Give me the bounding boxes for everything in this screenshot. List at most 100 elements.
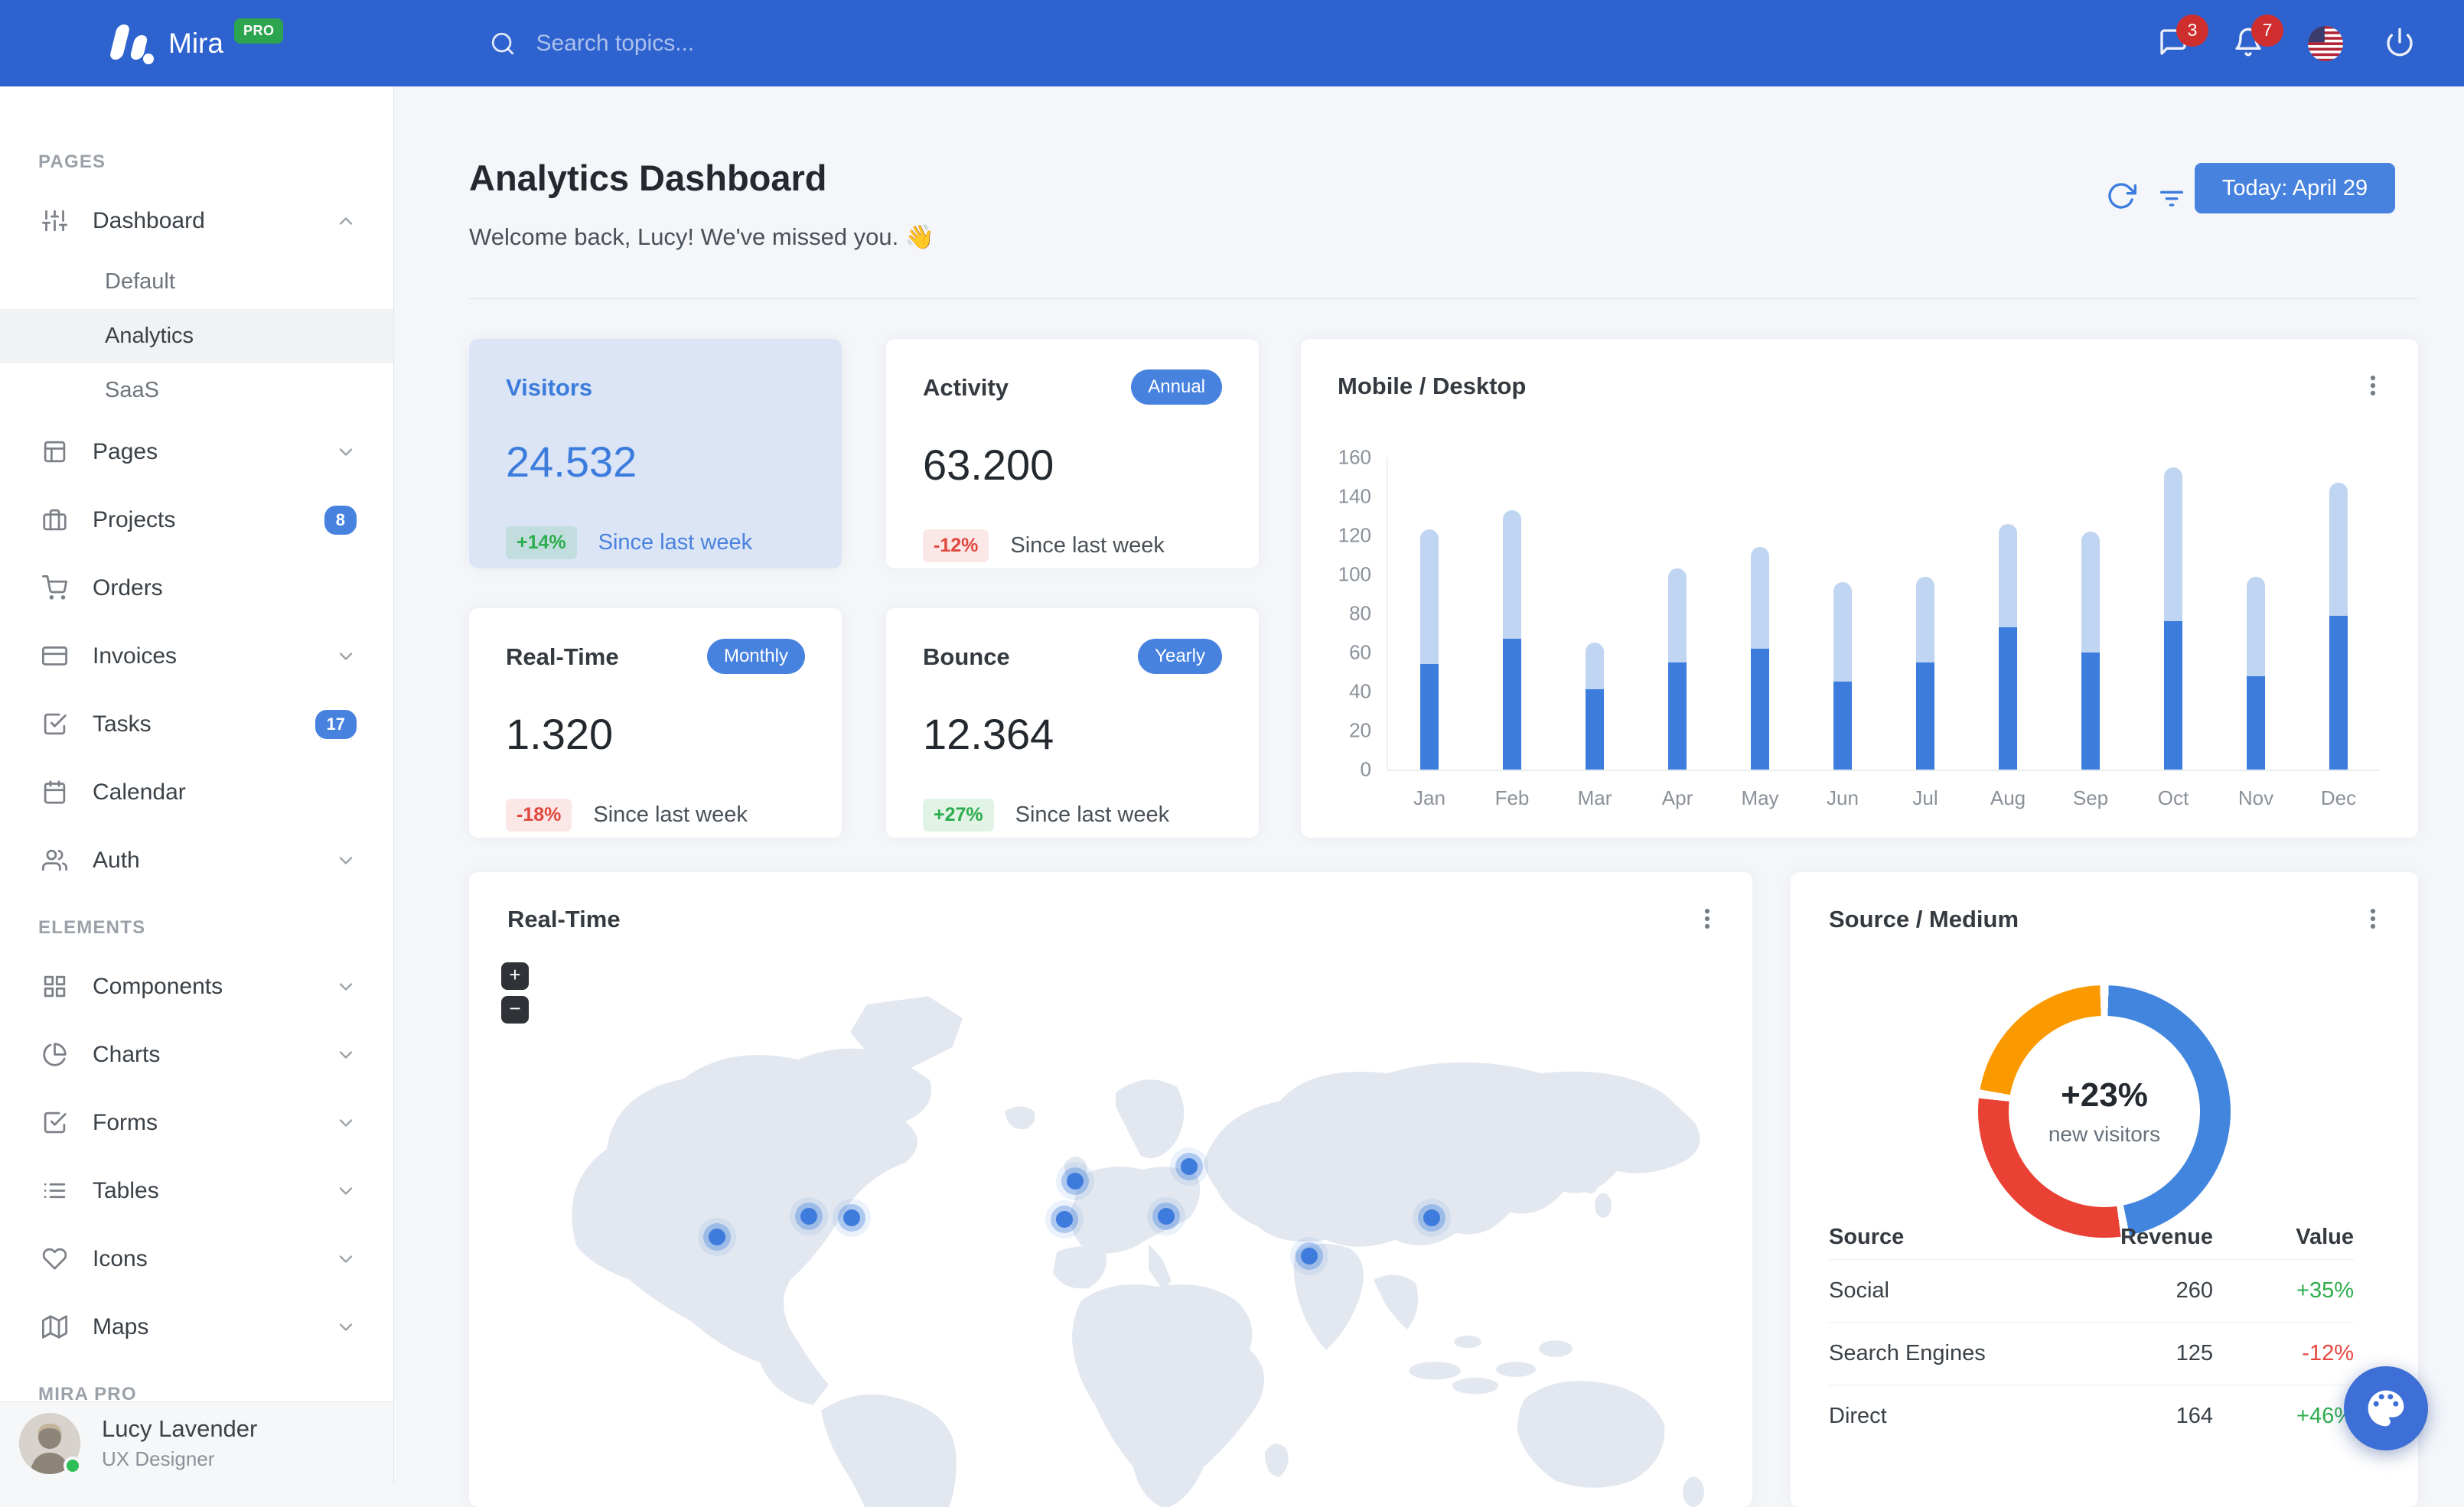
map-marker[interactable] xyxy=(1157,1207,1175,1225)
sidebar-item-label: Projects xyxy=(93,506,176,532)
notifications-count-badge: 7 xyxy=(2251,14,2283,47)
stat-note: Since last week xyxy=(593,802,748,827)
sidebar-item-charts[interactable]: Charts xyxy=(0,1020,393,1089)
us-flag-icon xyxy=(2308,25,2343,61)
map-marker[interactable] xyxy=(1066,1173,1084,1190)
brand[interactable]: Mira PRO xyxy=(107,18,284,66)
stat-title: Bounce xyxy=(923,643,1010,670)
sign-out-button[interactable] xyxy=(2384,27,2418,60)
filter-icon xyxy=(2160,190,2183,207)
realtime-stat-card: Real-Time Monthly 1.320 -18% Since last … xyxy=(469,608,842,838)
search-input[interactable] xyxy=(536,30,858,57)
bar-jul xyxy=(1916,576,1934,770)
header-divider xyxy=(469,298,2418,299)
sidebar-item-label: Charts xyxy=(93,1041,161,1067)
theme-settings-fab[interactable] xyxy=(2344,1366,2428,1450)
stat-note: Since last week xyxy=(598,530,753,555)
bar-sep xyxy=(2081,531,2100,770)
map-marker[interactable] xyxy=(1423,1209,1440,1226)
bar-segment-mobile xyxy=(1668,662,1687,770)
messages-button[interactable]: 3 xyxy=(2158,14,2208,60)
map-zoom-out-button[interactable]: − xyxy=(501,996,529,1024)
chev-down-icon xyxy=(339,1050,353,1059)
bar-segment-mobile xyxy=(1503,639,1521,770)
stat-delta-badge: -12% xyxy=(923,529,989,562)
visitors-stat-card: Visitors 24.532 +14% Since last week xyxy=(469,339,842,568)
bar-segment-mobile xyxy=(1751,648,1769,770)
y-axis-tick: 160 xyxy=(1338,445,1371,469)
sidebar-item-calendar[interactable]: Calendar xyxy=(0,758,393,826)
filter-button[interactable] xyxy=(2156,182,2190,216)
bar-segment-mobile xyxy=(1420,664,1439,770)
sidebar-item-pages[interactable]: Pages xyxy=(0,418,393,486)
sidebar: PAGES Dashboard Default Analytics SaaS Pages P… xyxy=(0,86,394,1484)
sidebar-item-invoices[interactable]: Invoices xyxy=(0,622,393,690)
y-axis-tick: 0 xyxy=(1360,757,1371,781)
sidebar-subitem-label: Analytics xyxy=(105,324,194,348)
card-menu-button[interactable] xyxy=(2360,373,2387,400)
heart-icon xyxy=(42,1248,67,1270)
stacked-bar-chart: 0 20 40 60 80 100 120 140 160 Jan Feb Mar Apr May Jun J… xyxy=(1338,446,2380,809)
date-range-button[interactable]: Today: April 29 xyxy=(2195,163,2395,213)
pie-icon xyxy=(43,1043,67,1066)
user-role: UX Designer xyxy=(102,1447,215,1470)
map-marker[interactable] xyxy=(843,1209,860,1226)
sidebar-item-projects[interactable]: Projects 8 xyxy=(0,486,393,554)
bar-aug xyxy=(1999,523,2017,770)
sidebar-item-components[interactable]: Components xyxy=(0,952,393,1020)
sidebar-subitem-saas[interactable]: SaaS xyxy=(0,363,393,418)
sidebar-item-dashboard[interactable]: Dashboard xyxy=(0,187,393,255)
online-status-dot xyxy=(64,1457,82,1475)
map-card-title: Real-Time xyxy=(507,906,621,933)
x-axis-tick: Jan xyxy=(1413,786,1445,809)
stat-delta-badge: -18% xyxy=(506,799,572,832)
sidebar-item-maps[interactable]: Maps xyxy=(0,1293,393,1361)
map-marker[interactable] xyxy=(708,1229,725,1246)
sidebar-item-label: Tasks xyxy=(93,711,152,737)
table-row: Search Engines 125 -12% xyxy=(1829,1322,2354,1385)
bar-segment-mobile xyxy=(2329,615,2348,770)
col-revenue-header: Revenue xyxy=(2120,1224,2213,1249)
stat-value: 24.532 xyxy=(506,438,637,486)
sidebar-user-footer[interactable]: Lucy Lavender UX Designer xyxy=(0,1401,393,1484)
palette-icon xyxy=(2368,1390,2404,1427)
donut-card-title: Source / Medium xyxy=(1829,906,2019,933)
sidebar-item-tables[interactable]: Tables xyxy=(0,1157,393,1225)
y-axis-tick: 60 xyxy=(1349,640,1371,664)
map-marker[interactable] xyxy=(1180,1158,1198,1176)
sidebar-subitem-analytics[interactable]: Analytics xyxy=(0,309,393,363)
x-axis-tick: Nov xyxy=(2237,786,2274,809)
table-row: Social 260 +35% xyxy=(1829,1259,2354,1322)
revenue-cell: 125 xyxy=(2176,1341,2213,1365)
sliders-icon xyxy=(42,210,67,232)
stat-value: 1.320 xyxy=(506,710,614,758)
sidebar-count-badge: 17 xyxy=(315,709,357,739)
sidebar-subitem-default[interactable]: Default xyxy=(0,255,393,309)
map-marker[interactable] xyxy=(800,1207,818,1225)
sidebar-item-auth[interactable]: Auth xyxy=(0,826,393,894)
period-badge: Annual xyxy=(1131,369,1222,405)
activity-stat-card: Activity Annual 63.200 -12% Since last w… xyxy=(886,339,1259,568)
map-zoom-in-button[interactable]: + xyxy=(501,962,529,990)
bar-oct xyxy=(2164,467,2182,770)
map-marker[interactable] xyxy=(1301,1247,1318,1265)
sidebar-subitem-label: Default xyxy=(105,269,175,294)
period-badge: Yearly xyxy=(1138,639,1222,674)
sidebar-item-icons[interactable]: Icons xyxy=(0,1225,393,1293)
sidebar-item-label: Components xyxy=(93,973,223,999)
map-marker[interactable] xyxy=(1056,1211,1074,1229)
language-flag-button[interactable] xyxy=(2308,25,2343,61)
stat-delta-badge: +27% xyxy=(923,799,994,832)
card-menu-button[interactable] xyxy=(2360,906,2387,933)
sidebar-item-orders[interactable]: Orders xyxy=(0,554,393,622)
card-menu-button[interactable] xyxy=(1694,906,1722,933)
bar-segment-mobile xyxy=(1586,689,1604,770)
value-cell: +46% xyxy=(2296,1404,2354,1428)
refresh-button[interactable] xyxy=(2106,181,2140,214)
x-axis-tick: Sep xyxy=(2072,786,2109,809)
bar-segment-mobile xyxy=(1833,682,1852,770)
sidebar-item-tasks[interactable]: Tasks 17 xyxy=(0,690,393,758)
sidebar-item-forms[interactable]: Forms xyxy=(0,1089,393,1157)
chev-down-icon xyxy=(339,1186,353,1195)
notifications-button[interactable]: 7 xyxy=(2233,14,2283,60)
